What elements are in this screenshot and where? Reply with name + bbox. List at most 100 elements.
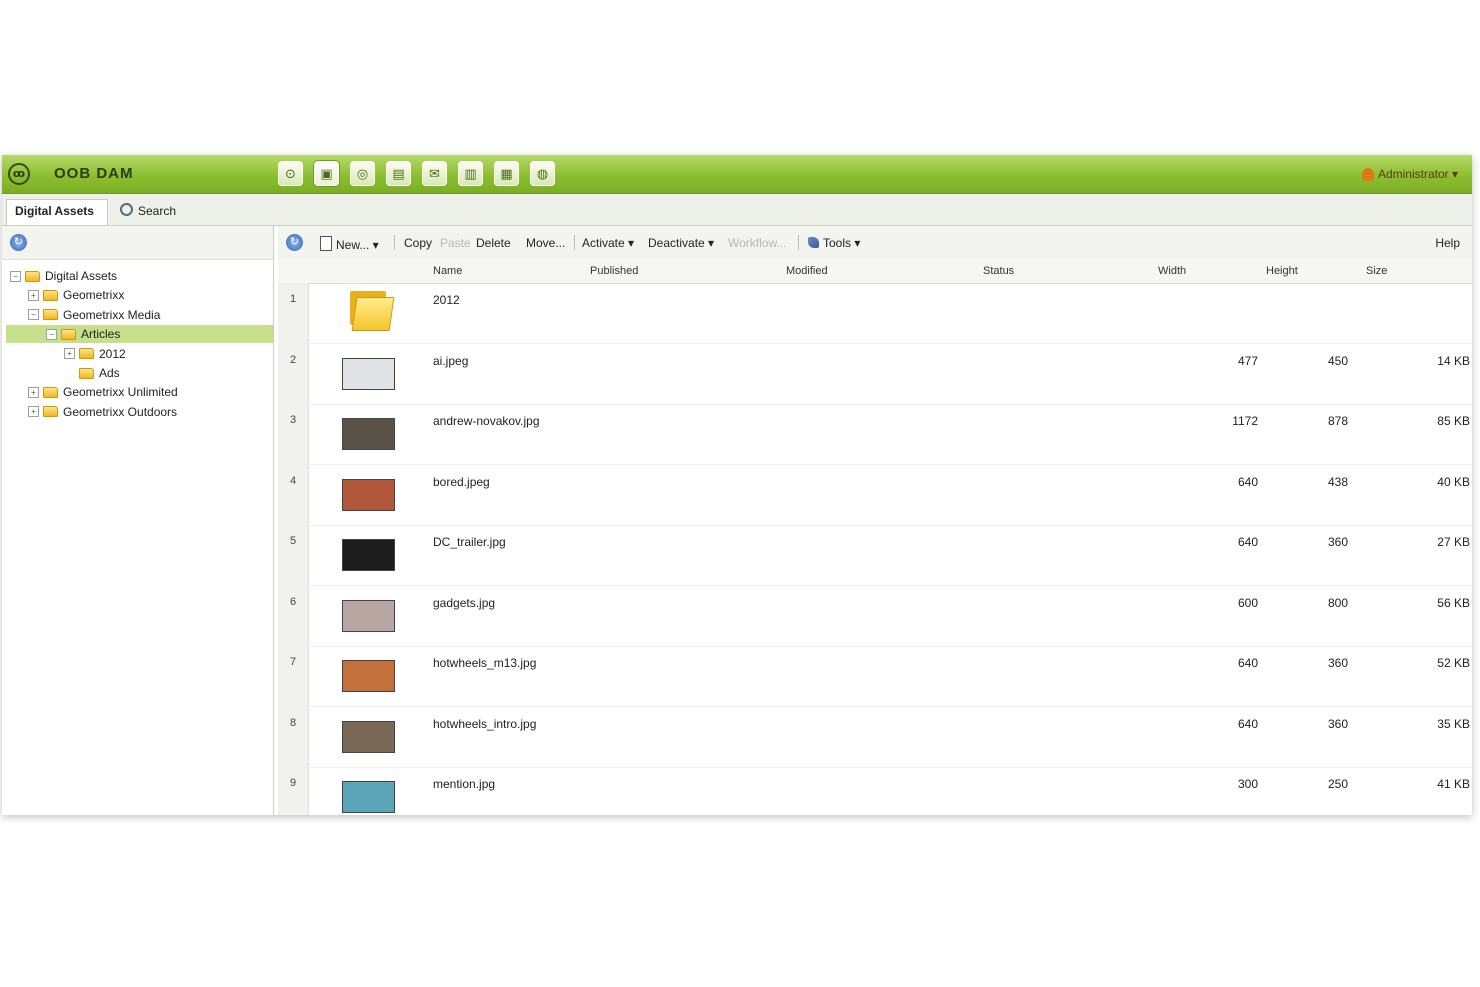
row-number: 8 bbox=[289, 716, 297, 729]
tab-search[interactable]: Search bbox=[112, 199, 186, 225]
refresh-icon[interactable]: ↻ bbox=[10, 234, 27, 251]
table-row[interactable]: 9 mention.jpg 300 250 41 KB bbox=[278, 767, 1472, 815]
new-button[interactable]: New... ▾ bbox=[320, 236, 379, 252]
asset-name: hotwheels_m13.jpg bbox=[433, 656, 537, 670]
deactivate-menu[interactable]: Deactivate ▾ bbox=[648, 236, 714, 250]
folder-icon bbox=[43, 309, 58, 321]
tree-node[interactable]: + Geometrixx bbox=[28, 286, 124, 304]
column-name[interactable]: Name bbox=[433, 265, 462, 277]
asset-grid-panel: ↻ New... ▾ Copy Paste Delete Move... Act… bbox=[278, 226, 1472, 815]
asset-thumbnail[interactable] bbox=[342, 348, 395, 398]
home-icon[interactable]: ⊙ bbox=[278, 161, 303, 186]
tree-node-label: Geometrixx Unlimited bbox=[63, 385, 178, 400]
asset-size: 85 KB bbox=[1437, 414, 1470, 428]
asset-thumbnail[interactable] bbox=[342, 771, 395, 815]
top-bar: ꝏ OOB DAM ⊙ ▣ ◎ ▤ ✉ ▥ ▦ ◍ Administrator ▾ bbox=[2, 155, 1472, 194]
thumbnail-image bbox=[342, 781, 395, 813]
row-number: 9 bbox=[289, 777, 297, 789]
row-number: 6 bbox=[289, 595, 297, 608]
logo-icon: ꝏ bbox=[8, 163, 30, 185]
search-icon bbox=[120, 203, 133, 216]
asset-thumbnail[interactable] bbox=[342, 711, 395, 761]
collapse-icon[interactable]: − bbox=[10, 270, 21, 282]
collapse-icon[interactable]: − bbox=[46, 328, 57, 340]
assets-icon[interactable]: ▣ bbox=[314, 161, 339, 186]
asset-width: 1172 bbox=[1232, 414, 1258, 428]
asset-thumbnail[interactable] bbox=[342, 590, 395, 640]
tab-digital-assets[interactable]: Digital Assets bbox=[6, 199, 108, 225]
toolbar-separator bbox=[394, 235, 395, 250]
toolbar-separator bbox=[798, 235, 799, 250]
column-modified[interactable]: Modified bbox=[786, 265, 828, 277]
window-module-icon[interactable]: ▦ bbox=[494, 161, 519, 186]
row-number: 1 bbox=[289, 293, 297, 305]
thumbnail-image bbox=[342, 418, 395, 450]
table-row[interactable]: 4 bored.jpeg 640 438 40 KB bbox=[278, 465, 1472, 526]
move-button[interactable]: Move... bbox=[526, 236, 565, 250]
row-number: 2 bbox=[289, 353, 297, 366]
table-row[interactable]: 6 gadgets.jpg 600 800 56 KB bbox=[278, 586, 1472, 647]
column-width[interactable]: Width bbox=[1158, 265, 1186, 277]
tree-node[interactable]: − Geometrixx Media bbox=[28, 306, 160, 324]
collapse-icon[interactable]: − bbox=[28, 309, 39, 321]
column-published[interactable]: Published bbox=[590, 265, 638, 277]
asset-thumbnail[interactable] bbox=[342, 469, 395, 519]
folder-large-icon bbox=[348, 287, 395, 331]
paste-button[interactable]: Paste bbox=[440, 236, 471, 250]
asset-size: 40 KB bbox=[1437, 474, 1470, 489]
user-icon bbox=[1361, 167, 1374, 181]
asset-size: 14 KB bbox=[1437, 353, 1470, 368]
activate-menu[interactable]: Activate ▾ bbox=[582, 236, 634, 250]
row-number: 3 bbox=[289, 414, 297, 426]
image-module-icon[interactable]: ▤ bbox=[386, 161, 411, 186]
tree-node[interactable]: + Geometrixx Outdoors bbox=[28, 403, 177, 421]
asset-width: 300 bbox=[1237, 777, 1258, 791]
table-row[interactable]: 7 hotwheels_m13.jpg 640 360 52 KB bbox=[278, 646, 1472, 707]
table-row[interactable]: 5 DC_trailer.jpg 640 360 27 KB bbox=[278, 525, 1472, 586]
tree-node[interactable]: − Articles bbox=[6, 325, 273, 344]
asset-size: 41 KB bbox=[1437, 777, 1470, 791]
asset-name: hotwheels_intro.jpg bbox=[433, 716, 537, 731]
tree-node-label: Geometrixx bbox=[63, 288, 125, 303]
row-number: 7 bbox=[289, 656, 297, 668]
new-label: New... ▾ bbox=[336, 238, 379, 252]
asset-height: 360 bbox=[1327, 656, 1348, 670]
tools-menu[interactable]: Tools ▾ bbox=[808, 236, 860, 250]
grid-refresh-icon[interactable]: ↻ bbox=[286, 234, 303, 251]
thumbnail-image bbox=[342, 357, 395, 390]
search-module-icon[interactable]: ◎ bbox=[350, 161, 375, 186]
tools-icon bbox=[808, 237, 819, 248]
copy-button[interactable]: Copy bbox=[404, 236, 432, 250]
globe-module-icon[interactable]: ◍ bbox=[530, 161, 555, 186]
expand-icon[interactable]: + bbox=[28, 386, 39, 398]
expand-icon[interactable]: + bbox=[28, 289, 39, 301]
tree-node[interactable]: − Digital Assets bbox=[10, 267, 117, 285]
expand-icon[interactable]: + bbox=[28, 406, 39, 418]
table-row[interactable]: 8 hotwheels_intro.jpg 640 360 35 KB bbox=[278, 707, 1472, 768]
document-module-icon[interactable]: ▥ bbox=[458, 161, 483, 186]
table-row[interactable]: 3 andrew-novakov.jpg 1172 878 85 KB bbox=[278, 404, 1472, 465]
asset-name: DC_trailer.jpg bbox=[433, 535, 506, 549]
tree-node[interactable]: Ads bbox=[64, 364, 120, 382]
column-height[interactable]: Height bbox=[1266, 265, 1298, 277]
asset-thumbnail[interactable] bbox=[342, 650, 395, 700]
column-size[interactable]: Size bbox=[1366, 265, 1387, 277]
table-row[interactable]: 1 2012 bbox=[278, 283, 1472, 344]
asset-thumbnail[interactable] bbox=[342, 408, 395, 458]
mail-module-icon[interactable]: ✉ bbox=[422, 161, 447, 186]
thumbnail-image bbox=[342, 539, 395, 571]
column-status[interactable]: Status bbox=[983, 265, 1014, 277]
asset-height: 360 bbox=[1327, 535, 1348, 549]
user-menu[interactable]: Administrator ▾ bbox=[1361, 167, 1458, 181]
folder-icon bbox=[43, 406, 58, 418]
delete-button[interactable]: Delete bbox=[476, 236, 511, 250]
asset-thumbnail[interactable] bbox=[342, 529, 395, 579]
expand-icon[interactable]: + bbox=[64, 348, 75, 360]
tree-node[interactable]: + Geometrixx Unlimited bbox=[28, 383, 178, 401]
asset-thumbnail[interactable] bbox=[342, 287, 395, 337]
tree-node[interactable]: +2012 bbox=[64, 345, 126, 363]
table-row[interactable]: 2 ai.jpeg 477 450 14 KB bbox=[278, 344, 1472, 405]
folder-icon bbox=[43, 386, 58, 398]
workflow-button[interactable]: Workflow... bbox=[728, 236, 786, 250]
help-button[interactable]: Help bbox=[1435, 236, 1460, 250]
